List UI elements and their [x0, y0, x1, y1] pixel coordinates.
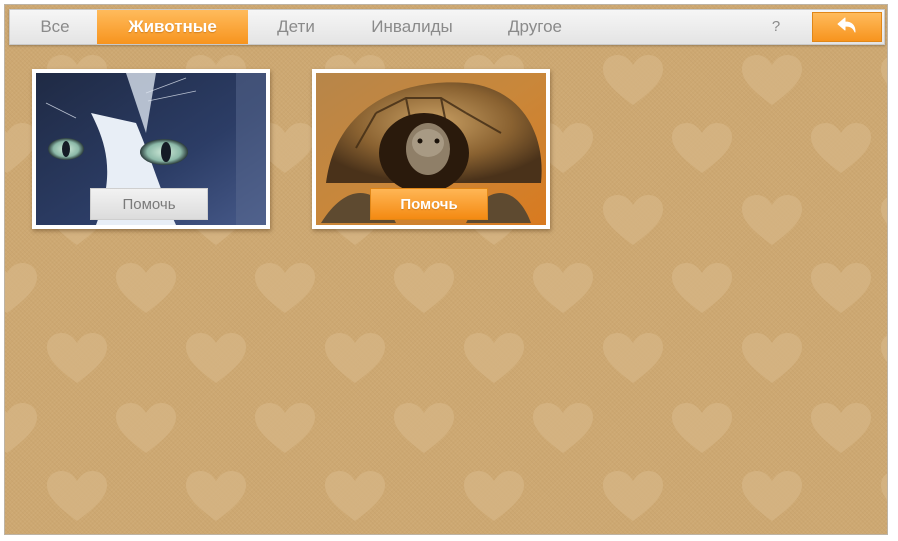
heart-decoration — [601, 53, 665, 109]
heart-decoration — [392, 401, 456, 457]
heart-decoration — [253, 261, 317, 317]
heart-decoration — [531, 261, 595, 317]
heart-decoration — [45, 469, 109, 525]
heart-decoration — [114, 261, 178, 317]
heart-decoration — [670, 261, 734, 317]
heart-decoration — [809, 261, 873, 317]
heart-decoration — [879, 469, 887, 525]
heart-decoration — [601, 331, 665, 387]
heart-decoration — [809, 121, 873, 177]
category-tab-bar: Все Животные Дети Инвалиды Другое ? — [9, 9, 885, 45]
heart-decoration — [5, 261, 39, 317]
heart-decoration — [879, 331, 887, 387]
app-window: Все Животные Дети Инвалиды Другое ? Помо… — [4, 4, 888, 535]
heart-decoration — [879, 193, 887, 249]
tab-children[interactable]: Дети — [266, 10, 326, 44]
tab-disabled[interactable]: Инвалиды — [357, 10, 467, 44]
heart-decoration — [253, 401, 317, 457]
heart-decoration — [809, 401, 873, 457]
tab-all[interactable]: Все — [30, 10, 80, 44]
heart-decoration — [601, 193, 665, 249]
help-button[interactable]: ? — [767, 10, 785, 44]
heart-decoration — [5, 401, 39, 457]
turtle-card[interactable]: Помочь — [312, 69, 550, 229]
tab-animals[interactable]: Животные — [97, 10, 248, 44]
heart-decoration — [740, 53, 804, 109]
turtle-photo: Помочь — [316, 73, 546, 225]
cat-card[interactable]: Помочь — [32, 69, 270, 229]
heart-decoration — [740, 331, 804, 387]
heart-decoration — [462, 331, 526, 387]
heart-decoration — [670, 121, 734, 177]
tab-other[interactable]: Другое — [495, 10, 575, 44]
heart-decoration — [323, 331, 387, 387]
heart-decoration — [323, 469, 387, 525]
heart-decoration — [184, 469, 248, 525]
heart-decoration — [392, 261, 456, 317]
heart-decoration — [601, 469, 665, 525]
cat-photo: Помочь — [36, 73, 266, 225]
turtle-help-button[interactable]: Помочь — [370, 188, 488, 220]
heart-decoration — [879, 53, 887, 109]
heart-decoration — [531, 401, 595, 457]
heart-decoration — [45, 331, 109, 387]
heart-decoration — [114, 401, 178, 457]
back-arrow-icon — [836, 16, 858, 39]
heart-decoration — [740, 193, 804, 249]
heart-decoration — [184, 331, 248, 387]
back-button[interactable] — [812, 12, 882, 42]
heart-decoration — [670, 401, 734, 457]
heart-decoration — [740, 469, 804, 525]
heart-decoration — [462, 469, 526, 525]
cat-help-button[interactable]: Помочь — [90, 188, 208, 220]
